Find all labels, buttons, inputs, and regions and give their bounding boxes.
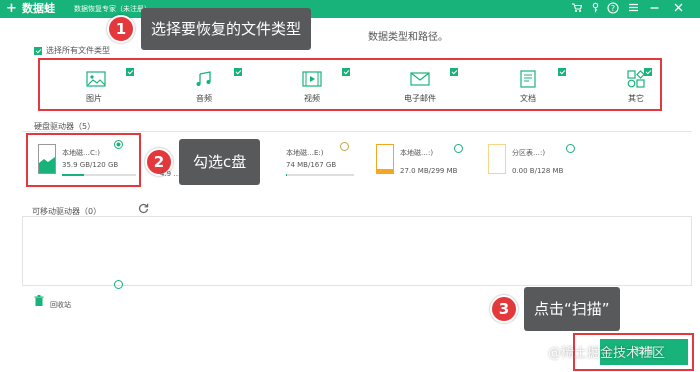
file-type-label: 其它	[628, 94, 644, 103]
minimize-icon[interactable]	[648, 2, 661, 15]
file-type-other[interactable]: 其它	[596, 60, 700, 110]
file-type-document[interactable]: 文档	[488, 60, 592, 110]
image-icon	[86, 70, 106, 88]
checkbox-checked-icon[interactable]	[234, 68, 242, 76]
file-type-label: 视频	[304, 94, 320, 103]
hint-text: 数据类型和路径。	[368, 32, 448, 43]
file-type-audio[interactable]: 音频	[164, 60, 268, 110]
key-icon[interactable]	[589, 2, 602, 15]
other-icon	[626, 70, 646, 88]
recycle-bin-radio[interactable]	[114, 280, 123, 289]
step-1-text: 选择要恢复的文件类型	[141, 8, 312, 50]
close-icon[interactable]	[672, 2, 685, 15]
drive-name: 本地磁…E:)	[286, 149, 324, 157]
drive-radio[interactable]	[340, 142, 349, 151]
music-icon	[194, 70, 214, 88]
svg-text:?: ?	[610, 4, 614, 13]
checkbox-checked-icon[interactable]	[126, 68, 134, 76]
divider	[22, 131, 692, 132]
select-all-label: 选择所有文件类型	[46, 46, 110, 55]
drive-d-size: 4.9 …	[160, 170, 181, 178]
video-icon	[302, 70, 322, 88]
watermark: @稀土掘金技术社区	[548, 346, 666, 361]
drive-name: 分区表…:)	[512, 149, 546, 157]
checkbox-checked-icon[interactable]	[558, 68, 566, 76]
email-icon	[410, 70, 430, 88]
file-type-email[interactable]: 电子邮件	[380, 60, 484, 110]
app-logo-icon: +	[6, 1, 17, 16]
checkbox-checked-icon[interactable]	[342, 68, 350, 76]
drive-c-highlight	[26, 133, 141, 187]
drive-usage-bar	[286, 174, 354, 176]
checkbox-checked-icon[interactable]	[450, 68, 458, 76]
step-1-number: 1	[107, 15, 135, 43]
drive-usage-fill	[286, 174, 287, 176]
drive-radio[interactable]	[454, 144, 463, 153]
removable-drives-panel	[22, 216, 692, 286]
drive-name: 本地磁…:)	[400, 149, 434, 157]
app-name: 数据蛙	[22, 2, 55, 15]
select-all-checkbox[interactable]: 选择所有文件类型	[34, 45, 110, 56]
file-types-panel: 图片 音频 视频 电子邮件 文档 其它	[38, 58, 662, 111]
drive-5[interactable]: 分区表…:) 0.00 B/128 MB	[478, 136, 578, 186]
step-3-number: 3	[490, 295, 518, 323]
refresh-icon[interactable]	[138, 203, 149, 217]
help-icon[interactable]: ?	[606, 2, 619, 15]
cart-icon[interactable]	[570, 2, 583, 15]
step-3-callout: 3 点击“扫描”	[490, 287, 620, 331]
file-type-label: 电子邮件	[404, 94, 436, 103]
drive-icon	[376, 144, 394, 174]
file-type-label: 文档	[520, 94, 536, 103]
drive-size: 0.00 B/128 MB	[512, 167, 564, 175]
step-3-text: 点击“扫描”	[524, 287, 620, 331]
drive-e[interactable]: 本地磁…E:) 74 MB/167 GB	[248, 136, 358, 186]
file-type-label: 音频	[196, 94, 212, 103]
document-icon	[518, 70, 538, 88]
recycle-bin-icon[interactable]	[34, 292, 44, 311]
title-bar: + 数据蛙 数据恢复专家（未注册） ?	[0, 0, 700, 18]
drive-radio[interactable]	[566, 144, 575, 153]
menu-icon[interactable]	[627, 2, 640, 15]
file-type-video[interactable]: 视频	[272, 60, 376, 110]
drive-4[interactable]: 本地磁…:) 27.0 MB/299 MB	[366, 136, 466, 186]
step-2-callout: 2 勾选c盘	[145, 139, 261, 185]
recycle-bin-label: 回收站	[50, 301, 71, 309]
file-type-image[interactable]: 图片	[56, 60, 160, 110]
step-1-callout: 1 选择要恢复的文件类型	[107, 8, 312, 50]
checkbox-checked-icon	[34, 46, 42, 55]
drive-size: 27.0 MB/299 MB	[400, 167, 458, 175]
checkbox-checked-icon[interactable]	[644, 68, 652, 76]
drive-size: 74 MB/167 GB	[286, 161, 337, 169]
drive-icon	[488, 144, 506, 174]
file-type-label: 图片	[86, 94, 102, 103]
